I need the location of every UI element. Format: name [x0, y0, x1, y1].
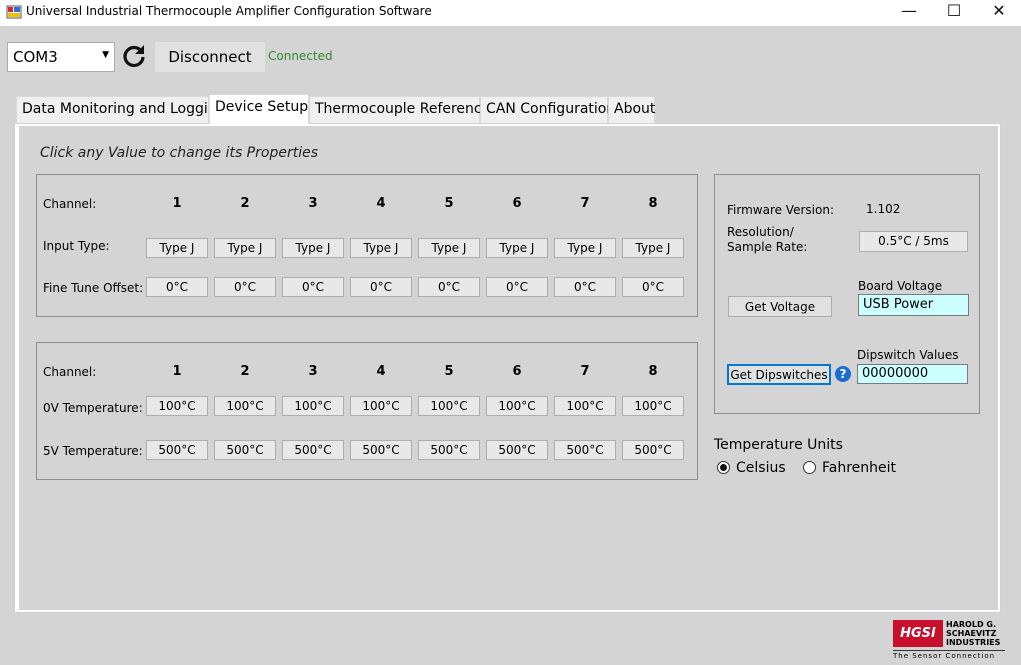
channel-number: 4: [376, 364, 386, 379]
get-voltage-button[interactable]: Get Voltage: [728, 296, 832, 317]
channel-number: 2: [240, 364, 250, 379]
firmware-version-value: 1.102: [866, 202, 901, 216]
radio-selected-dot: [720, 464, 727, 471]
disconnect-button[interactable]: Disconnect: [155, 42, 265, 72]
celsius-label: Celsius: [736, 460, 786, 476]
close-button[interactable]: ✕: [976, 0, 1021, 24]
fine-tune-offset-value-ch2[interactable]: 0°C: [214, 277, 276, 297]
five-volt-temperature-value-ch6[interactable]: 500°C: [486, 440, 548, 460]
zero-volt-temperature-value-ch8[interactable]: 100°C: [622, 396, 684, 416]
app-icon: [6, 5, 22, 19]
fine-tune-offset-value-ch4[interactable]: 0°C: [350, 277, 412, 297]
channel-number: 7: [580, 196, 590, 211]
five-volt-temperature-value-ch3[interactable]: 500°C: [282, 440, 344, 460]
fahrenheit-label: Fahrenheit: [822, 460, 897, 476]
tab-about[interactable]: About: [608, 96, 655, 123]
board-voltage-label: Board Voltage: [858, 279, 943, 293]
dipswitch-values-label: Dipswitch Values: [857, 348, 959, 362]
tab-thermocouple-reference[interactable]: Thermocouple Reference: [309, 96, 490, 123]
zero-volt-temperature-value-ch4[interactable]: 100°C: [350, 396, 412, 416]
five-volt-temperature-value-ch8[interactable]: 500°C: [622, 440, 684, 460]
channel-number: 8: [648, 196, 658, 211]
zero-volt-temperature-value-ch7[interactable]: 100°C: [554, 396, 616, 416]
tab-data-monitoring[interactable]: Data Monitoring and Logging: [16, 96, 226, 123]
zero-volt-temperature-value-ch5[interactable]: 100°C: [418, 396, 480, 416]
get-dipswitches-button[interactable]: Get Dipswitches: [727, 364, 831, 385]
input-type-value-ch8[interactable]: Type J: [622, 238, 684, 258]
channel-number: 5: [444, 364, 454, 379]
fine-tune-offset-value-ch8[interactable]: 0°C: [622, 277, 684, 297]
fine-tune-offset-value-ch5[interactable]: 0°C: [418, 277, 480, 297]
five-volt-temperature-value-ch1[interactable]: 500°C: [146, 440, 208, 460]
maximize-button[interactable]: ☐: [931, 0, 977, 24]
fahrenheit-radio[interactable]: [803, 461, 816, 474]
channel-label: Channel:: [43, 365, 97, 379]
channel-number: 5: [444, 196, 454, 211]
tab-can-configuration[interactable]: CAN Configuration: [480, 96, 615, 123]
channel-number: 3: [308, 196, 318, 211]
refresh-icon[interactable]: [120, 42, 148, 70]
five-volt-temperature-value-ch5[interactable]: 500°C: [418, 440, 480, 460]
connection-status: Connected: [268, 49, 333, 63]
logo-tagline: The Sensor Connection: [893, 650, 1005, 660]
fine-tune-offset-value-ch7[interactable]: 0°C: [554, 277, 616, 297]
minimize-icon: —: [901, 1, 917, 20]
window-title: Universal Industrial Thermocouple Amplif…: [26, 4, 432, 18]
com-port-select[interactable]: COM3 ▼: [7, 42, 115, 72]
com-port-value: COM3: [13, 48, 58, 66]
resolution-value: 0.5°C / 5ms: [859, 231, 968, 252]
zero-volt-temperature-value-ch2[interactable]: 100°C: [214, 396, 276, 416]
dipswitch-values-field[interactable]: 00000000: [857, 364, 968, 384]
input-type-value-ch3[interactable]: Type J: [282, 238, 344, 258]
input-type-value-ch2[interactable]: Type J: [214, 238, 276, 258]
channel-number: 6: [512, 364, 522, 379]
zero-volt-temperature-value-ch6[interactable]: 100°C: [486, 396, 548, 416]
channel-number: 1: [172, 364, 182, 379]
celsius-radio[interactable]: [717, 461, 730, 474]
channel-number: 6: [512, 196, 522, 211]
help-icon[interactable]: ?: [835, 366, 851, 382]
input-type-value-ch5[interactable]: Type J: [418, 238, 480, 258]
logo-mark: HGSI: [893, 620, 943, 647]
zero-volt-temperature-value-ch1[interactable]: 100°C: [146, 396, 208, 416]
maximize-icon: ☐: [946, 1, 962, 20]
resolution-label: Resolution/: [727, 225, 794, 239]
fine-tune-offset-value-ch3[interactable]: 0°C: [282, 277, 344, 297]
five-volt-temperature-value-ch4[interactable]: 500°C: [350, 440, 412, 460]
dropdown-arrow-icon: ▼: [102, 50, 109, 60]
channel-number: 1: [172, 196, 182, 211]
channel-number: 8: [648, 364, 658, 379]
temperature-units-label: Temperature Units: [714, 437, 843, 453]
input-type-label: Input Type:: [43, 239, 110, 253]
tab-device-setup[interactable]: Device Setup: [209, 94, 309, 124]
hgsi-logo: HGSI HAROLD G. SCHAEVITZ INDUSTRIES The …: [893, 620, 1005, 660]
channel-number: 2: [240, 196, 250, 211]
fine-tune-offset-value-ch1[interactable]: 0°C: [146, 277, 208, 297]
board-voltage-field[interactable]: USB Power: [858, 294, 969, 316]
channel-number: 7: [580, 364, 590, 379]
minimize-button[interactable]: —: [886, 0, 932, 24]
logo-company-name: HAROLD G. SCHAEVITZ INDUSTRIES: [946, 620, 1001, 647]
close-icon: ✕: [992, 1, 1006, 20]
instruction-text: Click any Value to change its Properties: [40, 145, 318, 161]
zero-volt-temperature-value-ch3[interactable]: 100°C: [282, 396, 344, 416]
five-volt-temperature-label: 5V Temperature:: [43, 444, 143, 458]
five-volt-temperature-value-ch2[interactable]: 500°C: [214, 440, 276, 460]
channel-number: 4: [376, 196, 386, 211]
firmware-version-label: Firmware Version:: [727, 203, 834, 217]
zero-volt-temperature-label: 0V Temperature:: [43, 401, 143, 415]
fine-tune-offset-value-ch6[interactable]: 0°C: [486, 277, 548, 297]
input-type-value-ch7[interactable]: Type J: [554, 238, 616, 258]
input-type-value-ch4[interactable]: Type J: [350, 238, 412, 258]
input-type-value-ch1[interactable]: Type J: [146, 238, 208, 258]
five-volt-temperature-value-ch7[interactable]: 500°C: [554, 440, 616, 460]
fine-tune-offset-label: Fine Tune Offset:: [43, 281, 144, 295]
sample-rate-label: Sample Rate:: [727, 240, 808, 254]
input-type-value-ch6[interactable]: Type J: [486, 238, 548, 258]
channel-label: Channel:: [43, 197, 97, 211]
channel-number: 3: [308, 364, 318, 379]
